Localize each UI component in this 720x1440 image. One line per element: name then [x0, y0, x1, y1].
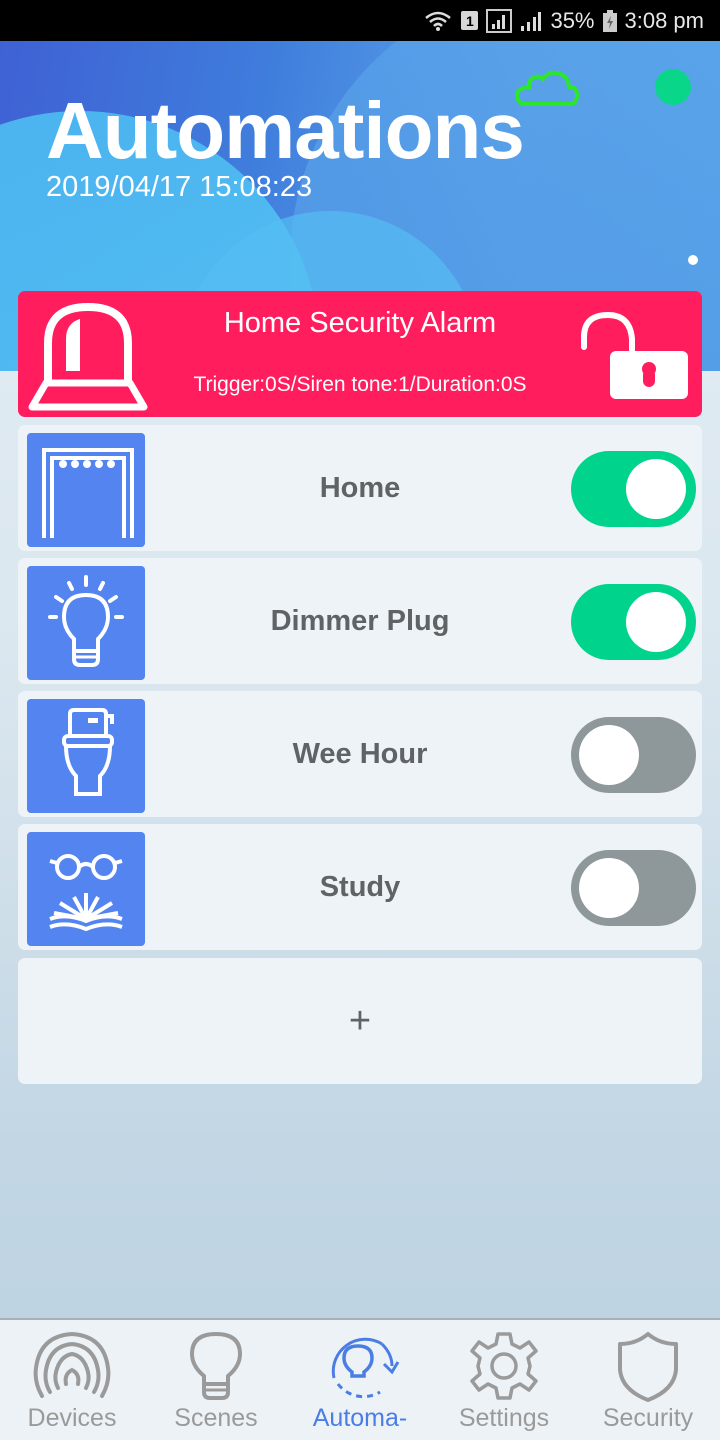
automation-row-wee-hour[interactable]: Wee Hour [18, 691, 702, 817]
automation-row-study[interactable]: Study [18, 824, 702, 950]
sim-slot-badge: 1 [461, 11, 479, 30]
status-bar: 1 35% 3:08 pm [0, 0, 720, 41]
toggle-knob [626, 592, 686, 652]
battery-charging-icon [602, 9, 617, 32]
plus-icon: + [348, 999, 372, 1042]
automation-toggle-home[interactable] [571, 451, 696, 527]
home-security-alarm-card[interactable]: Home Security Alarm Trigger:0S/Siren ton… [18, 291, 702, 417]
page-title: Automations [46, 86, 525, 175]
automation-row-dimmer-plug[interactable]: Dimmer Plug [18, 558, 702, 684]
toggle-knob [579, 725, 639, 785]
shield-icon [576, 1330, 720, 1404]
toggle-knob [579, 858, 639, 918]
signal-strength-2-icon [520, 10, 542, 32]
bottom-tab-bar: Devices Scenes Automa- Settings Security [0, 1318, 720, 1440]
automation-label: Wee Hour [292, 737, 428, 770]
current-datetime: 2019/04/17 15:08:23 [46, 171, 313, 203]
battery-percent: 35% [550, 7, 595, 33]
unlocked-lock-icon[interactable] [578, 311, 694, 408]
automation-label: Home [319, 471, 401, 504]
devices-icon [0, 1330, 144, 1400]
automation-row-home[interactable]: Home [18, 425, 702, 551]
scenes-bulb-icon [144, 1330, 288, 1402]
tab-devices[interactable]: Devices [0, 1320, 144, 1440]
clock: 3:08 pm [624, 7, 705, 33]
tab-automations[interactable]: Automa- [288, 1320, 432, 1440]
tab-settings[interactable]: Settings [432, 1320, 576, 1440]
lightbulb-icon [27, 566, 145, 680]
tab-label: Devices [27, 1404, 117, 1432]
tab-security[interactable]: Security [576, 1320, 720, 1440]
tab-label: Scenes [174, 1404, 258, 1432]
tab-label: Settings [458, 1404, 550, 1432]
cloud-icon[interactable] [513, 67, 580, 114]
toggle-knob [626, 459, 686, 519]
toilet-icon [27, 699, 145, 813]
tab-label: Security [602, 1404, 694, 1432]
automation-toggle-wee-hour[interactable] [571, 717, 696, 793]
glasses-book-icon [27, 832, 145, 946]
tab-label: Automa- [312, 1404, 408, 1432]
automation-toggle-dimmer-plug[interactable] [571, 584, 696, 660]
add-automation-button[interactable]: + [18, 958, 702, 1084]
signal-strength-icon [486, 8, 513, 33]
online-status-indicator [655, 69, 691, 105]
door-curtain-icon [27, 433, 145, 547]
automation-label: Study [319, 870, 401, 903]
tab-scenes[interactable]: Scenes [144, 1320, 288, 1440]
wifi-icon [423, 10, 453, 32]
automation-label: Dimmer Plug [270, 604, 450, 637]
automation-icon [288, 1330, 432, 1402]
gear-icon [432, 1330, 576, 1402]
page-indicator-dot [688, 255, 698, 265]
automation-toggle-study[interactable] [571, 850, 696, 926]
